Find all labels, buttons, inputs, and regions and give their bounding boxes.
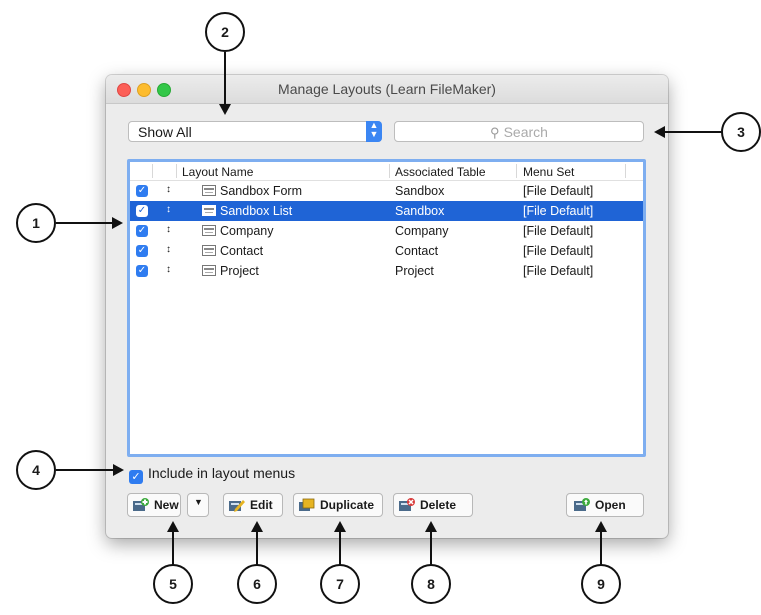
edit-layout-icon <box>229 500 245 512</box>
callout-5-arrow <box>167 521 179 532</box>
callout-6-arrow <box>251 521 263 532</box>
checkbox-icon[interactable]: ✓ <box>129 470 143 484</box>
callout-2-arrow <box>219 104 231 115</box>
include-in-menus-checkbox[interactable]: ✓ Include in layout menus <box>129 465 295 484</box>
callout-2: 2 <box>205 12 245 52</box>
new-layout-menu-button[interactable]: ▼ <box>187 493 209 517</box>
layouts-list[interactable]: Layout Name Associated Table Menu Set ✓ … <box>127 159 646 457</box>
table-row[interactable]: ✓ ↕ Sandbox List Sandbox [File Default] <box>130 201 643 221</box>
search-placeholder: Search <box>503 124 548 140</box>
select-stepper-icon: ▲ ▼ <box>366 121 382 142</box>
open-layout-button[interactable]: Open <box>566 493 644 517</box>
layout-name: Company <box>220 224 274 238</box>
row-menu-checkbox[interactable]: ✓ <box>136 265 148 277</box>
associated-table: Project <box>395 264 434 278</box>
associated-table: Sandbox <box>395 204 445 218</box>
edit-layout-button[interactable]: Edit <box>223 493 283 517</box>
layout-filter-value: Show All <box>138 124 192 140</box>
associated-table: Company <box>395 224 449 238</box>
search-icon: ⚲ <box>490 125 500 140</box>
menu-set: [File Default] <box>523 184 594 198</box>
callout-4-line <box>56 469 114 471</box>
callout-1-arrow <box>112 217 123 229</box>
layout-icon <box>202 205 216 216</box>
layout-name: Sandbox List <box>220 204 293 218</box>
row-menu-checkbox[interactable]: ✓ <box>136 205 148 217</box>
row-menu-checkbox[interactable]: ✓ <box>136 185 148 197</box>
callout-8-line <box>430 530 432 565</box>
callout-5: 5 <box>153 564 193 604</box>
dropdown-arrow-icon: ▼ <box>194 497 203 507</box>
callout-3-line <box>664 131 722 133</box>
column-header-layout-name[interactable]: Layout Name <box>182 165 253 179</box>
new-layout-label: New <box>154 498 179 512</box>
callout-8: 8 <box>411 564 451 604</box>
list-header: Layout Name Associated Table Menu Set <box>130 162 643 181</box>
callout-7: 7 <box>320 564 360 604</box>
callout-1-line <box>56 222 113 224</box>
window-title: Manage Layouts (Learn FileMaker) <box>278 81 496 97</box>
layout-filter-select[interactable]: Show All ▲ ▼ <box>128 121 382 142</box>
delete-layout-label: Delete <box>420 498 457 512</box>
duplicate-layout-icon <box>299 498 315 511</box>
column-header-associated-table[interactable]: Associated Table <box>395 165 486 179</box>
search-field[interactable]: ⚲ Search <box>394 121 644 142</box>
callout-7-line <box>339 530 341 565</box>
table-row[interactable]: ✓ ↕ Company Company [File Default] <box>130 221 643 241</box>
associated-table: Sandbox <box>395 184 445 198</box>
callout-6: 6 <box>237 564 277 604</box>
associated-table: Contact <box>395 244 439 258</box>
layout-icon <box>202 185 216 196</box>
edit-layout-label: Edit <box>250 498 273 512</box>
table-row[interactable]: ✓ ↕ Sandbox Form Sandbox [File Default] <box>130 181 643 201</box>
callout-1: 1 <box>16 203 56 243</box>
menu-set: [File Default] <box>523 244 594 258</box>
callout-6-line <box>256 530 258 565</box>
column-header-menu-set[interactable]: Menu Set <box>523 165 574 179</box>
open-layout-icon <box>574 498 590 511</box>
layout-icon <box>202 245 216 256</box>
layout-name: Sandbox Form <box>220 184 302 198</box>
callout-9-arrow <box>595 521 607 532</box>
manage-layouts-dialog: Manage Layouts (Learn FileMaker) Show Al… <box>106 75 668 538</box>
new-layout-button[interactable]: New <box>127 493 181 517</box>
table-row[interactable]: ✓ ↕ Contact Contact [File Default] <box>130 241 643 261</box>
reorder-handle-icon[interactable]: ↕ <box>166 244 171 255</box>
duplicate-layout-label: Duplicate <box>320 498 375 512</box>
row-menu-checkbox[interactable]: ✓ <box>136 225 148 237</box>
reorder-handle-icon[interactable]: ↕ <box>166 204 171 215</box>
callout-4: 4 <box>16 450 56 490</box>
new-layout-icon <box>133 498 149 511</box>
callout-8-arrow <box>425 521 437 532</box>
layout-icon <box>202 225 216 236</box>
table-row[interactable]: ✓ ↕ Project Project [File Default] <box>130 261 643 281</box>
menu-set: [File Default] <box>523 264 594 278</box>
callout-3: 3 <box>721 112 761 152</box>
delete-layout-icon <box>399 498 415 511</box>
callout-4-arrow <box>113 464 124 476</box>
callout-3-arrow <box>654 126 665 138</box>
reorder-handle-icon[interactable]: ↕ <box>166 224 171 235</box>
menu-set: [File Default] <box>523 224 594 238</box>
title-bar: Manage Layouts (Learn FileMaker) <box>106 75 668 104</box>
menu-set: [File Default] <box>523 204 594 218</box>
callout-7-arrow <box>334 521 346 532</box>
reorder-handle-icon[interactable]: ↕ <box>166 184 171 195</box>
open-layout-label: Open <box>595 498 626 512</box>
layout-icon <box>202 265 216 276</box>
delete-layout-button[interactable]: Delete <box>393 493 473 517</box>
callout-9: 9 <box>581 564 621 604</box>
layout-name: Contact <box>220 244 264 258</box>
include-in-menus-label: Include in layout menus <box>148 465 296 481</box>
row-menu-checkbox[interactable]: ✓ <box>136 245 148 257</box>
layout-name: Project <box>220 264 259 278</box>
callout-9-line <box>600 530 602 565</box>
callout-2-line <box>224 52 226 106</box>
callout-5-line <box>172 530 174 565</box>
reorder-handle-icon[interactable]: ↕ <box>166 264 171 275</box>
duplicate-layout-button[interactable]: Duplicate <box>293 493 383 517</box>
